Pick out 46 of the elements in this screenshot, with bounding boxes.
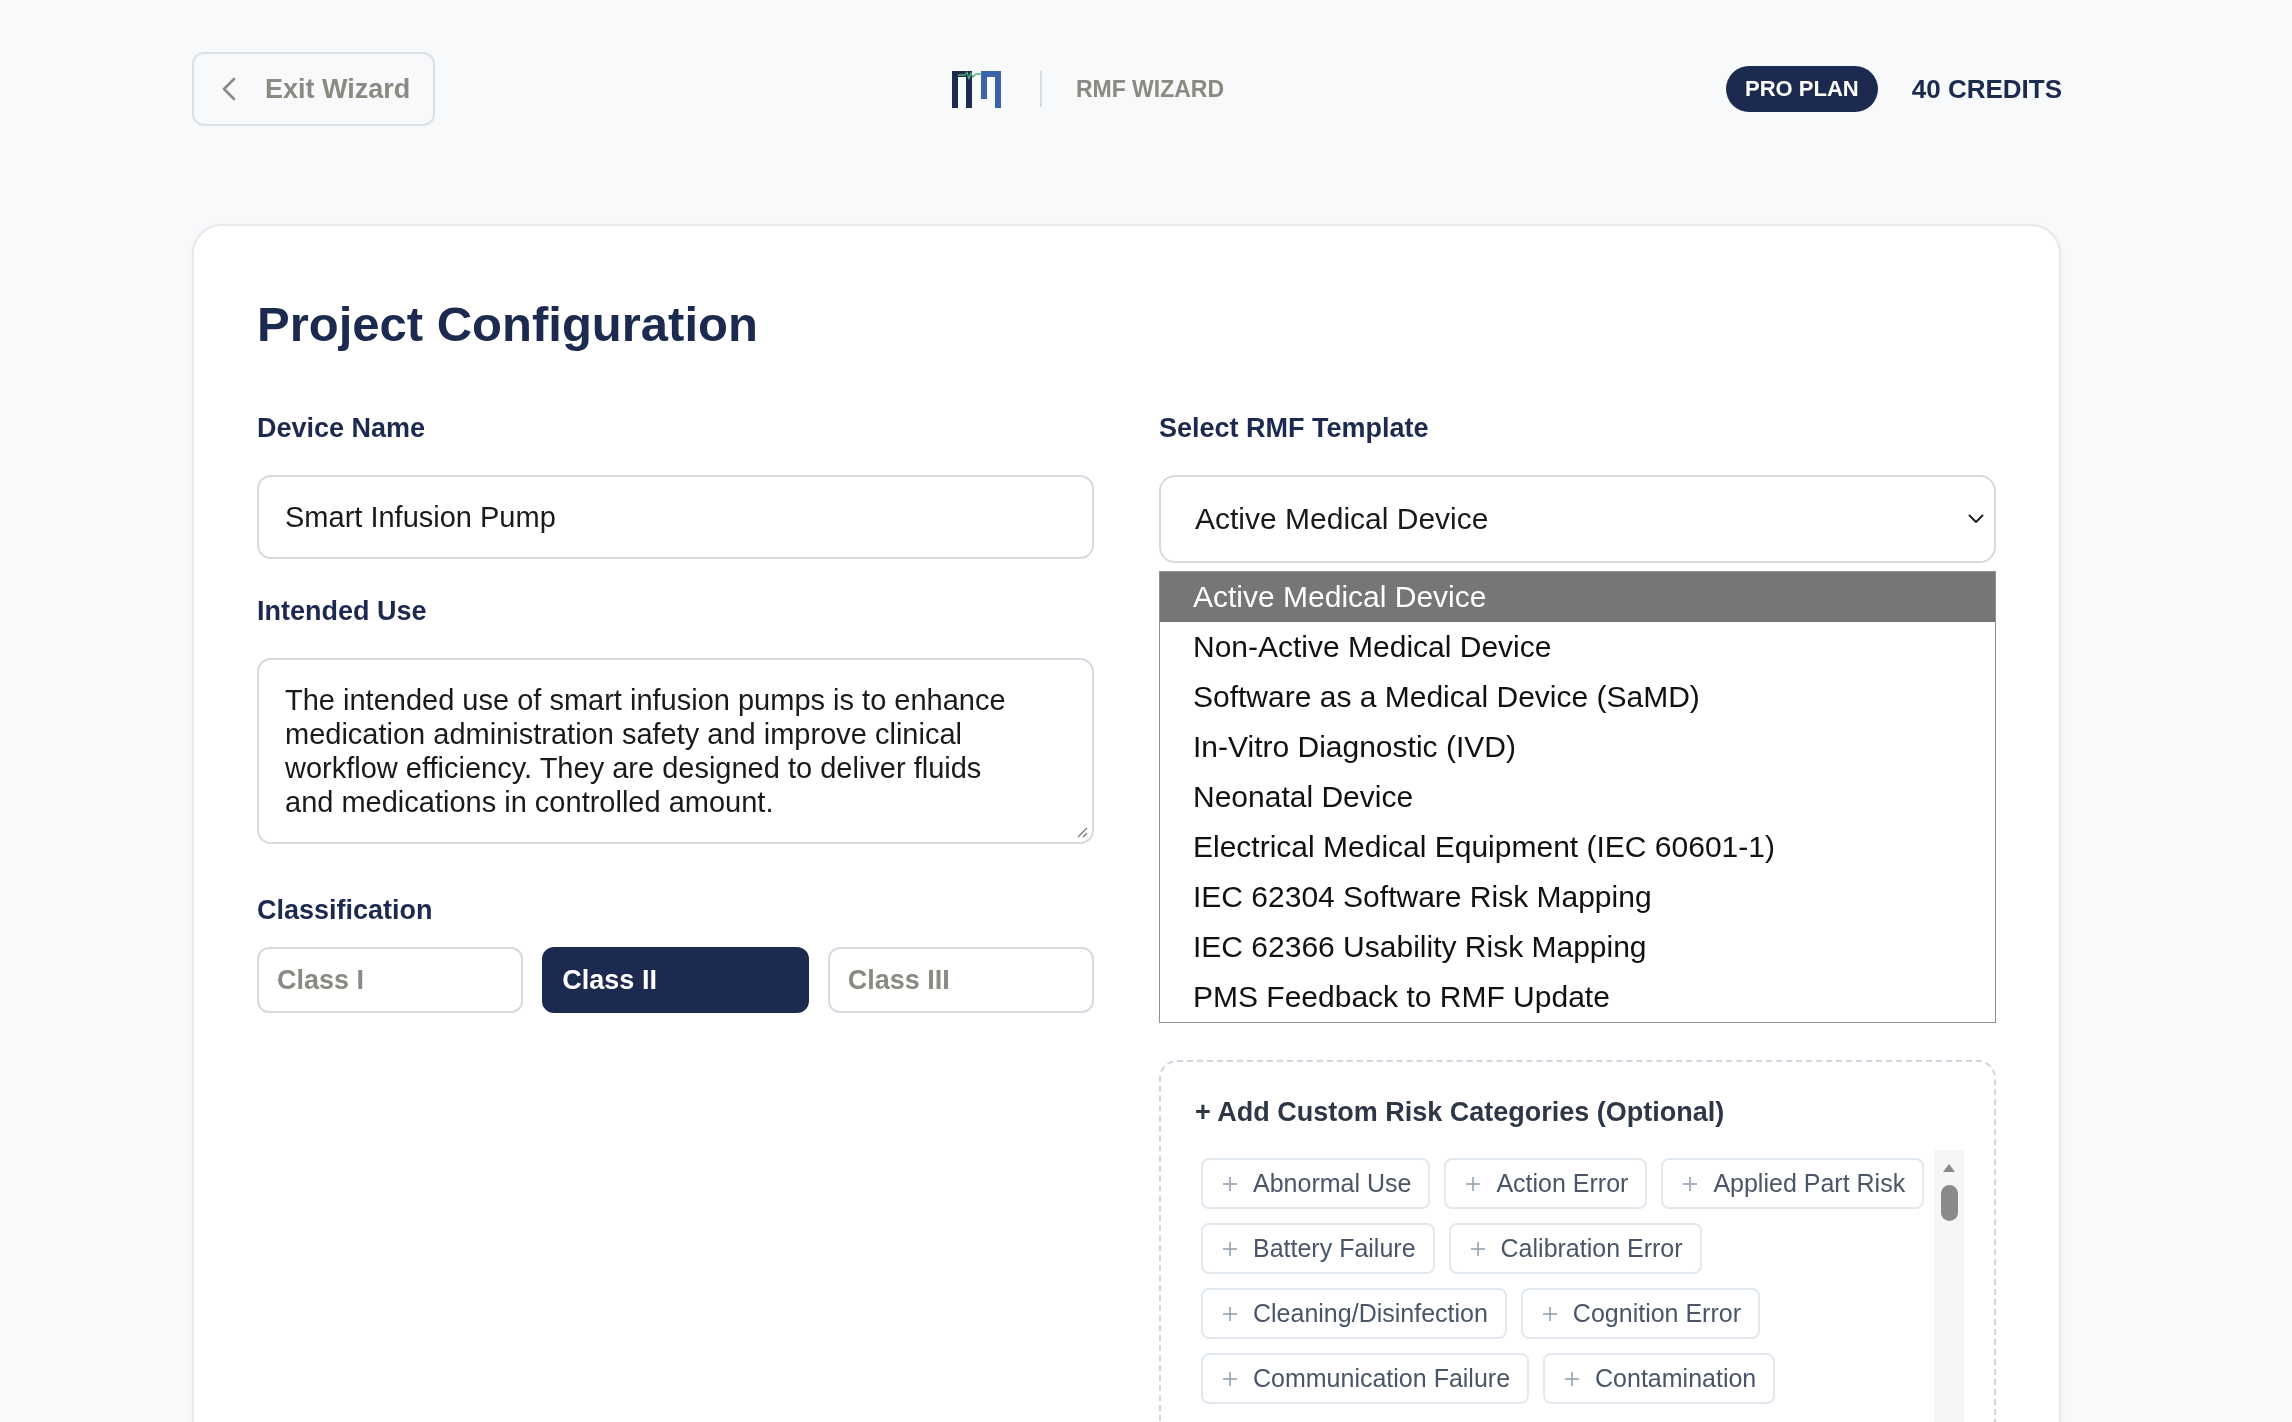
add-risk-chip[interactable]: Battery Failure — [1201, 1223, 1435, 1274]
intended-use-field[interactable]: The intended use of smart infusion pumps is to enhance medication administration safety and improve clinical workflow efficiency. They are designed to deliver fluids and medications in controlled amount. — [257, 658, 1094, 844]
dropdown-option[interactable]: IEC 62304 Software Risk Mapping — [1160, 872, 1995, 922]
plus-icon — [1682, 1175, 1699, 1192]
add-risk-chip[interactable]: Calibration Error — [1448, 1223, 1702, 1274]
scroll-up-icon[interactable] — [1942, 1163, 1956, 1173]
add-risk-chip[interactable]: Contamination — [1543, 1353, 1776, 1404]
dropdown-option[interactable]: In-Vitro Diagnostic (IVD) — [1160, 722, 1995, 772]
dropdown-option[interactable]: Neonatal Device — [1160, 772, 1995, 822]
plus-icon — [1465, 1175, 1482, 1192]
dropdown-option[interactable]: PMS Feedback to RMF Update — [1160, 972, 1995, 1022]
plus-icon — [1222, 1305, 1238, 1322]
logo-icon — [951, 70, 1002, 108]
dropdown-option[interactable]: IEC 62366 Usability Risk Mapping — [1160, 922, 1995, 972]
device-name-field[interactable]: Smart Infusion Pump — [257, 475, 1094, 559]
plus-icon — [1564, 1370, 1581, 1387]
template-select[interactable]: Active Medical Device — [1159, 475, 1996, 563]
field-label: Select RMF Template — [1159, 412, 1429, 444]
add-risk-chip[interactable]: Cleaning/Disinfection — [1201, 1288, 1507, 1339]
add-risk-chip[interactable]: Action Error — [1444, 1158, 1648, 1209]
add-risk-chip[interactable]: Applied Part Risk — [1661, 1158, 1925, 1209]
plus-icon — [1222, 1175, 1238, 1192]
page-title: Project Configuration — [257, 296, 759, 353]
resize-grip-icon[interactable] — [1076, 826, 1088, 838]
dropdown-option[interactable]: Non-Active Medical Device — [1160, 622, 1995, 672]
field-label: Device Name — [257, 412, 426, 444]
add-risk-chip[interactable]: Cognition Error — [1520, 1288, 1760, 1339]
add-risk-chip[interactable]: Communication Failure — [1201, 1353, 1530, 1404]
plus-icon — [1541, 1305, 1558, 1322]
dropdown-option[interactable]: Software as a Medical Device (SaMD) — [1160, 672, 1995, 722]
chevron-down-icon — [1968, 514, 1984, 524]
app-name: RMF WIZARD — [1075, 75, 1225, 103]
dropdown-option[interactable]: Electrical Medical Equipment (IEC 60601-1) — [1160, 822, 1995, 872]
panel-title: + Add Custom Risk Categories (Optional) — [1195, 1096, 1726, 1129]
plan-badge: PRO PLAN — [1726, 66, 1878, 112]
credits-label: 40 CREDITS — [1911, 73, 2062, 105]
plus-icon — [1222, 1240, 1238, 1257]
plus-icon — [1222, 1370, 1238, 1387]
field-label: Classification — [257, 894, 433, 926]
field-label: Intended Use — [257, 595, 427, 627]
add-risk-chip[interactable]: Abnormal Use — [1201, 1158, 1431, 1209]
scrollbar-thumb[interactable] — [1940, 1185, 1958, 1221]
class-option[interactable]: Class II — [542, 947, 809, 1013]
chevron-left-icon — [222, 77, 236, 101]
plus-icon — [1469, 1240, 1486, 1257]
dropdown-option[interactable]: Active Medical Device — [1160, 572, 1995, 622]
